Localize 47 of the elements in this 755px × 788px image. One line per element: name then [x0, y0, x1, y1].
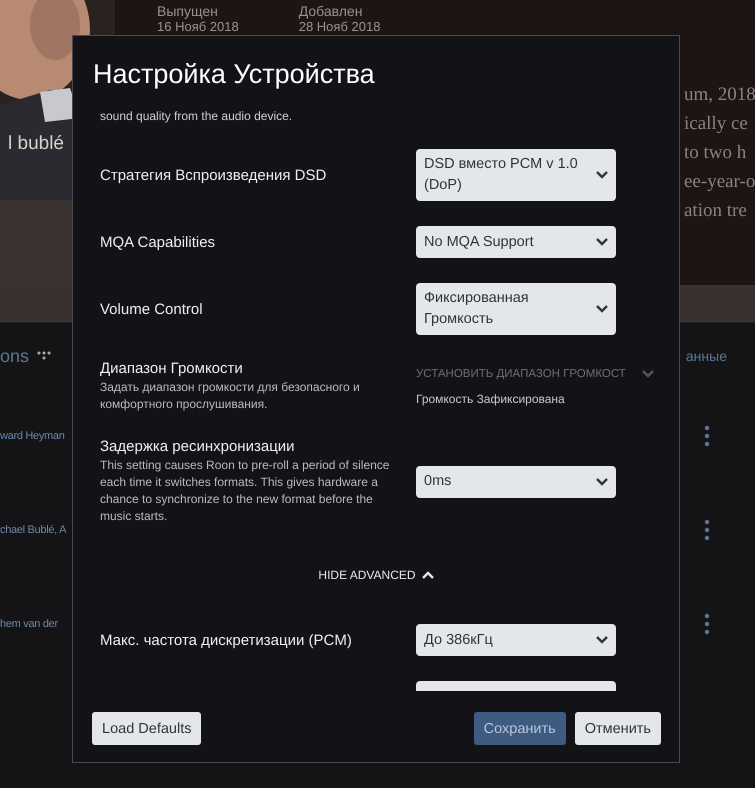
- dialog-title: Настройка Устройства: [93, 58, 376, 91]
- meta-label: Выпущен: [157, 3, 219, 19]
- setting-label: Стратегия Вспроизведения DSD: [100, 166, 328, 184]
- setting-label: MQA Capabilities: [100, 234, 216, 250]
- dropdown[interactable]: No MQA Support: [416, 226, 616, 258]
- more-icon[interactable]: [704, 425, 710, 447]
- setting-description: Задать диапазон громкости для безопасного и комфортного прослушивания.: [100, 379, 361, 413]
- dropdown[interactable]: До 386кГц: [416, 624, 616, 656]
- chevron-down-icon: [596, 305, 608, 313]
- setting-label: Диапазон Громкости: [100, 360, 244, 377]
- credit-link[interactable]: chael Bublé, A: [0, 524, 66, 536]
- review-text: um, 2018: [684, 83, 755, 107]
- intro-text: sound quality from the audio device.: [100, 109, 294, 123]
- meta-value: 28 Нояб 2018: [298, 19, 380, 34]
- setting-label: Volume Control: [100, 300, 204, 318]
- chevron-down-icon: [596, 636, 608, 644]
- chevron-down-icon: [596, 238, 608, 246]
- section-link[interactable]: анные: [686, 348, 727, 364]
- chevron-down-icon: [596, 478, 608, 486]
- load-defaults-button[interactable]: Load Defaults: [92, 712, 202, 745]
- review-text: to two h: [684, 141, 748, 165]
- dropdown[interactable]: Фиксированная Громкость: [416, 283, 616, 335]
- artist-name: l bublé: [8, 133, 64, 155]
- review-text: ation tre: [684, 199, 748, 223]
- dropdown[interactable]: 0ms: [416, 466, 616, 498]
- chevron-up-icon: [422, 571, 434, 579]
- dropdown[interactable]: DSD вместо PCM v 1.0 (DoP): [416, 149, 616, 201]
- credit-link[interactable]: hem van der: [0, 618, 58, 630]
- setting-label: Макс. частота дискретизации (PCM): [100, 632, 353, 648]
- credit-link[interactable]: ward Heyman: [0, 430, 65, 442]
- setting-label: Задержка ресинхронизации: [100, 438, 296, 455]
- save-button[interactable]: Сохранить: [474, 712, 566, 745]
- meta-label: Добавлен: [298, 3, 364, 19]
- set-range-link[interactable]: УСТАНОВИТЬ ДИАПАЗОН ГРОМКОСТ: [416, 368, 642, 380]
- chevron-down-icon: [596, 171, 608, 179]
- cancel-button[interactable]: Отменить: [574, 712, 661, 745]
- review-text: ee-year-o: [684, 170, 755, 194]
- section-title: ons: [0, 346, 30, 366]
- setting-description: This setting causes Roon to pre-roll a period of silence each time it switches formats. This gives hardware a chance to synchronize to the new format before the music starts.: [100, 457, 390, 525]
- chevron-down-icon: [642, 370, 654, 378]
- dots-icon: [37, 351, 52, 361]
- meta-value: 16 Нояб 2018: [157, 19, 239, 34]
- review-text: ically ce: [684, 112, 749, 136]
- more-icon[interactable]: [704, 613, 710, 635]
- more-icon[interactable]: [704, 519, 710, 541]
- status-text: Громкость Зафиксирована: [416, 392, 566, 406]
- hide-advanced-button[interactable]: HIDE ADVANCED: [316, 566, 436, 584]
